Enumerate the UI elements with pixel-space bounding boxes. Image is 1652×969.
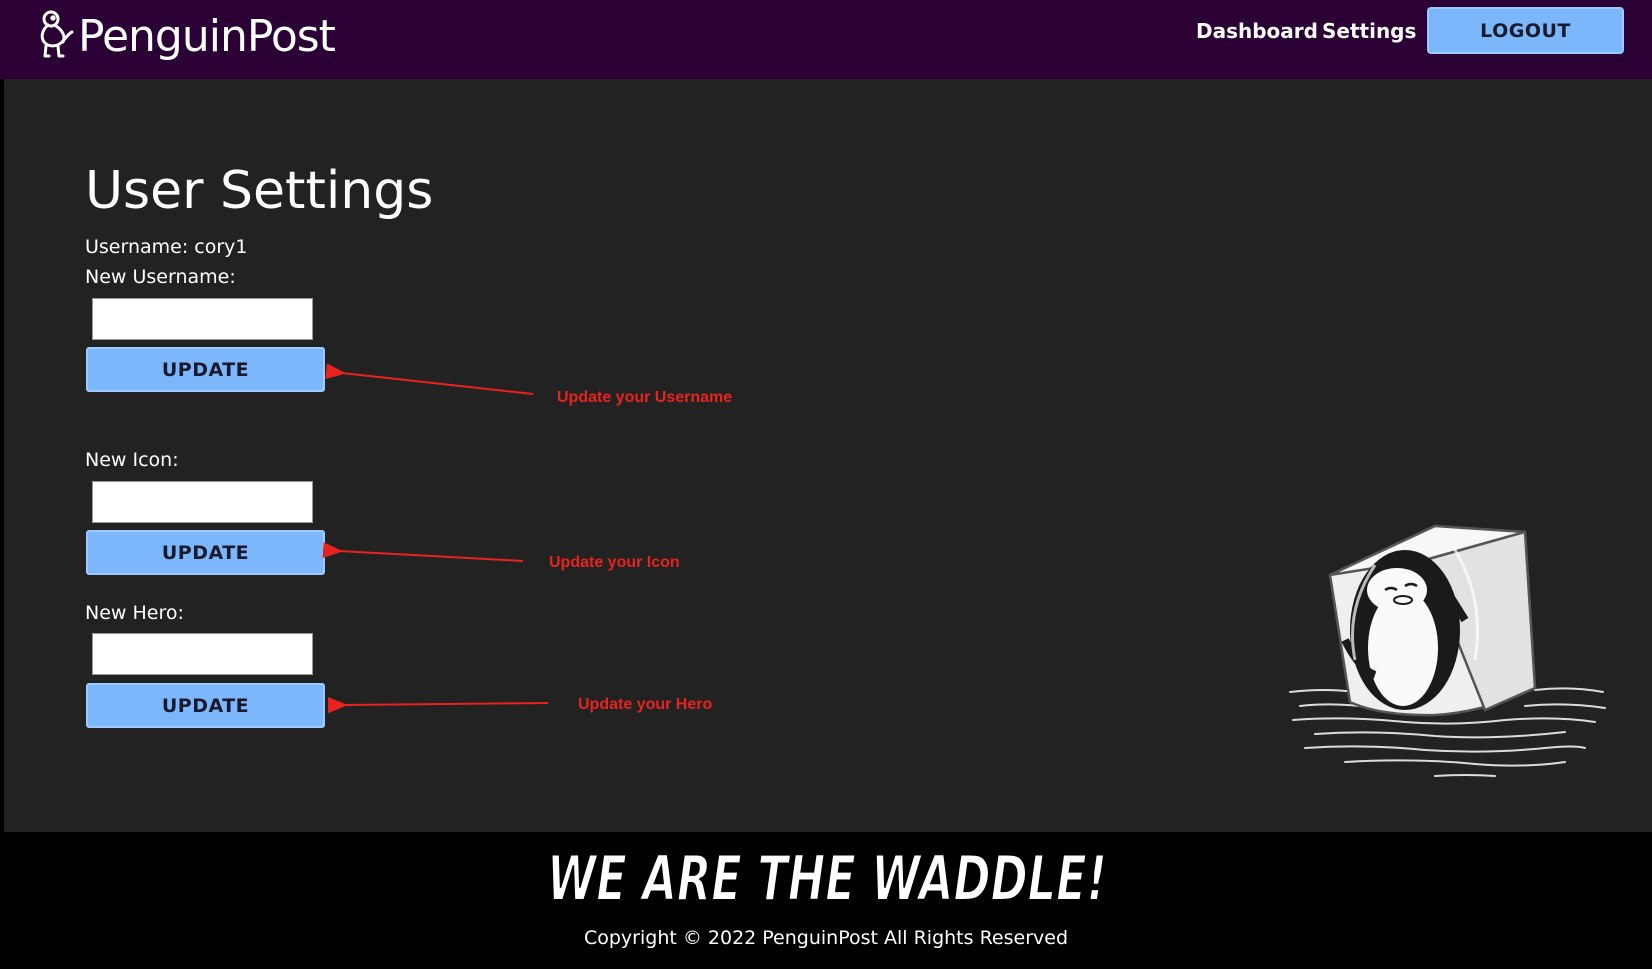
new-icon-input[interactable] (92, 481, 313, 523)
annotation-icon: Update your Icon (549, 554, 680, 571)
update-username-button[interactable]: UPDATE (86, 347, 325, 392)
penguin-logo-icon (36, 8, 76, 66)
new-username-input[interactable] (92, 298, 313, 340)
footer-slogan-text: WE ARE THE WADDLE! (547, 842, 1107, 914)
annotation-hero: Update your Hero (578, 696, 713, 713)
footer-slogan: WE ARE THE WADDLE! (546, 841, 1108, 914)
new-username-label: New Username: (85, 266, 236, 288)
top-navbar: PenguinPost Dashboard Settings LOGOUT (0, 0, 1652, 79)
current-username: Username: cory1 (85, 236, 248, 258)
penguin-in-ice-illustration (1289, 524, 1606, 777)
logo[interactable]: PenguinPost (36, 8, 336, 66)
copyright-text: Copyright © 2022 PenguinPost All Rights … (583, 927, 1069, 949)
annotation-username: Update your Username (557, 389, 733, 406)
new-hero-label: New Hero: (85, 602, 184, 624)
update-icon-button[interactable]: UPDATE (86, 530, 325, 575)
nav-dashboard-link[interactable]: Dashboard (1196, 19, 1318, 43)
logo-text: PenguinPost (78, 11, 336, 62)
nav-settings-link[interactable]: Settings (1322, 19, 1416, 43)
new-hero-input[interactable] (92, 633, 313, 675)
update-hero-button[interactable]: UPDATE (86, 683, 325, 728)
page-title: User Settings (85, 161, 434, 221)
new-icon-label: New Icon: (85, 449, 179, 471)
logout-button[interactable]: LOGOUT (1427, 7, 1624, 54)
